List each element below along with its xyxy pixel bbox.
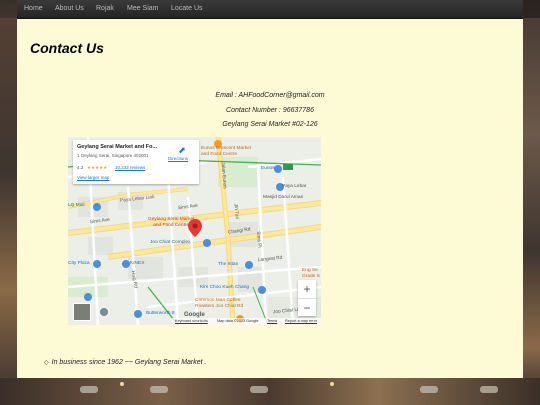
directions-link[interactable]: Directions [168, 156, 188, 161]
footer-text: In business since 1962 ~~ Geylang Serai … [51, 359, 207, 366]
map-label-market: Geylang Serai Market and Food Centre [148, 217, 195, 228]
embedded-map[interactable]: Eunos Crescent Market and Food Centre Eu… [68, 137, 321, 325]
map-label-lq-mall: LQ Mall [68, 203, 85, 208]
map-data-text: Map data ©2023 Google [217, 319, 259, 323]
map-label-the-intan: The Intan [218, 262, 239, 267]
contact-number-text: Contact Number : 96637786 [226, 107, 314, 114]
keyboard-shortcuts-link[interactable]: Keyboard shortcuts [175, 319, 208, 323]
nav-item-home[interactable]: Home [24, 5, 43, 12]
view-larger-map-link[interactable]: View larger map [77, 175, 109, 180]
map-label-kim-choo: Kim Choo Kueh Chang [200, 285, 250, 290]
zoom-out-button[interactable]: − [298, 299, 316, 317]
zoom-in-button[interactable]: + [298, 280, 316, 299]
nav-item-locate-us[interactable]: Locate Us [171, 5, 203, 12]
map-label-masjid: Masjid Darul Aman [263, 195, 304, 200]
map-label-eunos-mrt: Eunos [261, 166, 275, 171]
place-address: 1 Geylang Serai, Singapore 402001 [77, 153, 149, 158]
map-label-common-man: Common Man Coffee Roasters Joo Chiat Rd [195, 298, 244, 309]
map-label-city-plaza: City Plaza [68, 261, 90, 266]
background-photo-bottom [0, 378, 540, 405]
reviews-link[interactable]: 10,232 reviews [115, 165, 145, 170]
rating-stars-icon: ★★★★★ [87, 165, 108, 170]
place-info-card: Geylang Serai Market and Fo... 1 Geylang… [73, 140, 199, 184]
map-label-joo-chiat-complex: Joo Chiat Complex [150, 240, 191, 245]
terms-link[interactable]: Terms [267, 319, 277, 323]
street-view-thumbnail[interactable] [73, 303, 91, 321]
place-name: Geylang Serai Market and Fo... [77, 144, 158, 150]
bullet-icon: ◇ [44, 360, 49, 366]
background-photo-left [0, 18, 17, 405]
page-title: Contact Us [30, 40, 104, 56]
map-label-eng-seng: Eng Se Grade S [302, 268, 320, 279]
email-text: Email : AHFoodCorner@gmail.com [215, 92, 325, 99]
address-text: Geylang Serai Market #02-126 [222, 121, 318, 128]
directions-icon[interactable]: ⬈ [177, 145, 187, 155]
map-label-eunos-crescent: Eunos Crescent Market and Food Centre [201, 146, 252, 157]
main-content: Contact Us Email : AHFoodCorner@gmail.co… [17, 19, 523, 378]
zoom-controls: + − [298, 280, 316, 316]
place-rating: 4.3 [77, 165, 84, 170]
map-label-butterworth: Butterworth 8 [146, 311, 175, 316]
nav-item-mee-siam[interactable]: Mee Siam [127, 5, 159, 12]
footer-line: ◇ In business since 1962 ~~ Geylang Serai… [44, 359, 207, 366]
report-map-error-link[interactable]: Report a map error [285, 319, 317, 323]
nav-item-about-us[interactable]: About Us [55, 5, 84, 12]
nav-item-rojak[interactable]: Rojak [96, 5, 114, 12]
top-nav: Home About Us Rojak Mee Siam Locate Us [17, 0, 523, 19]
map-label-kinex: KINEX [130, 261, 145, 266]
background-photo-right [523, 18, 540, 405]
map-label-paya-lebar: Paya Lebar [282, 184, 307, 189]
